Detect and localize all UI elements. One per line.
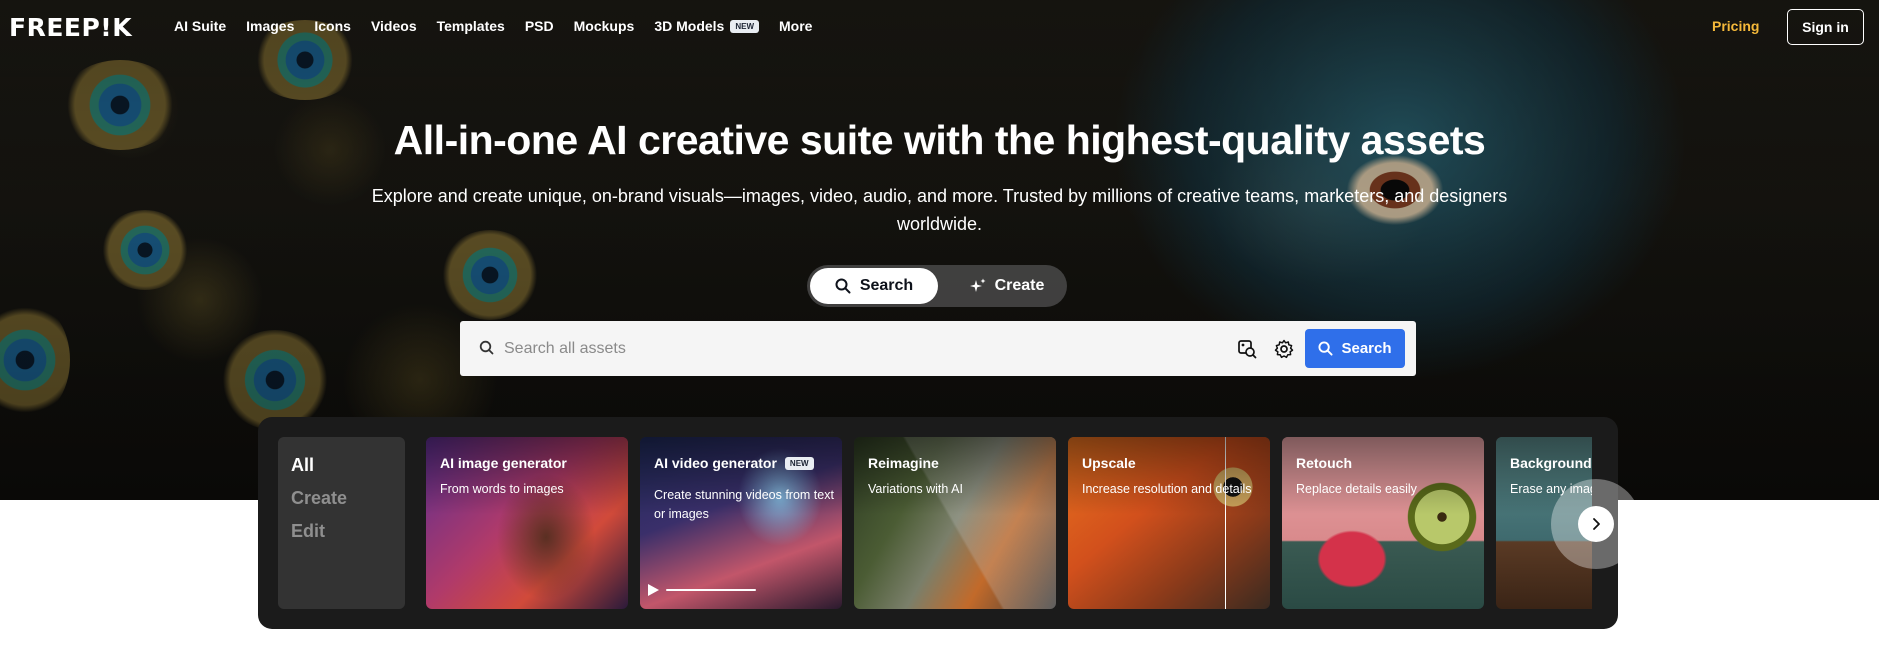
tool-card-description: Create stunning videos from text or imag… [654, 488, 834, 521]
nav-link-ai-suite[interactable]: AI Suite [174, 18, 226, 34]
search-icon [1318, 341, 1333, 356]
ai-tools-panel: All Create Edit AI image generator From … [258, 417, 1618, 629]
tool-card-title: Reimagine [868, 455, 939, 471]
tool-card-description: Increase resolution and details [1082, 482, 1252, 496]
search-icon [479, 340, 494, 355]
tool-card-title: AI image generator [440, 455, 567, 471]
nav-link-images[interactable]: Images [246, 18, 294, 34]
tool-card-description: Replace details easily [1296, 482, 1417, 496]
tool-card-reimagine[interactable]: Reimagine Variations with AI [854, 437, 1056, 609]
nav-link-icons[interactable]: Icons [314, 18, 351, 34]
category-all[interactable]: All [291, 455, 314, 476]
search-submit-label: Search [1341, 340, 1392, 357]
tool-card-upscale[interactable]: Upscale Increase resolution and details [1068, 437, 1270, 609]
search-icon [835, 278, 851, 294]
carousel-next-button[interactable] [1578, 506, 1614, 542]
search-input[interactable] [504, 332, 1224, 366]
category-edit[interactable]: Edit [291, 521, 325, 542]
create-mode-label: Create [994, 277, 1045, 294]
search-mode-button[interactable]: Search [810, 268, 938, 304]
tool-card-title: Upscale [1082, 455, 1136, 471]
search-submit-button[interactable]: Search [1305, 329, 1405, 368]
tool-card-description: Variations with AI [868, 482, 963, 496]
nav-link-templates[interactable]: Templates [437, 18, 505, 34]
nav-link-3d-models-label: 3D Models [654, 18, 725, 34]
search-bar: Search [460, 321, 1416, 376]
play-icon[interactable] [645, 582, 661, 598]
nav-links: AI Suite Images Icons Videos Templates P… [174, 18, 832, 34]
category-create[interactable]: Create [291, 488, 347, 509]
nav-link-videos[interactable]: Videos [371, 18, 417, 34]
create-mode-button[interactable]: Create [951, 268, 1063, 304]
sign-in-button[interactable]: Sign in [1787, 9, 1864, 45]
video-progress-bar[interactable] [666, 589, 756, 591]
image-search-icon[interactable] [1237, 339, 1257, 359]
nav-link-more[interactable]: More [779, 18, 812, 34]
hero-subtitle: Explore and create unique, on-brand visu… [371, 186, 1508, 234]
tool-card-ai-video-generator[interactable]: AI video generator NEW Create stunning v… [640, 437, 842, 609]
gear-icon[interactable] [1274, 339, 1294, 359]
tool-cards: AI image generator From words to images … [426, 437, 1592, 609]
hero-headline: All-in-one AI creative suite with the hi… [393, 117, 1486, 163]
tool-category-menu: All Create Edit [278, 437, 405, 609]
top-navigation: FREEP!K AI Suite Images Icons Videos Tem… [0, 0, 1879, 54]
tool-card-title-label: AI video generator [654, 455, 777, 471]
nav-link-psd[interactable]: PSD [525, 18, 554, 34]
tool-card-retouch[interactable]: Retouch Replace details easily [1282, 437, 1484, 609]
pricing-link[interactable]: Pricing [1712, 18, 1759, 34]
tool-card-title: AI video generator NEW [654, 455, 814, 471]
sparkle-icon [969, 278, 986, 292]
mode-toggle: Search Create [807, 265, 1067, 307]
search-mode-label: Search [859, 277, 914, 294]
tool-card-description: From words to images [440, 482, 564, 496]
tool-card-title: Retouch [1296, 455, 1352, 471]
new-badge: NEW [784, 456, 814, 470]
chevron-right-icon [1593, 518, 1600, 530]
tool-card-ai-image-generator[interactable]: AI image generator From words to images [426, 437, 628, 609]
nav-link-3d-models[interactable]: 3D Models NEW [654, 18, 759, 34]
tool-card-title: Background R [1510, 455, 1592, 471]
freepik-logo[interactable]: FREEP!K [9, 13, 132, 42]
nav-link-mockups[interactable]: Mockups [574, 18, 635, 34]
new-badge: NEW [730, 19, 759, 33]
